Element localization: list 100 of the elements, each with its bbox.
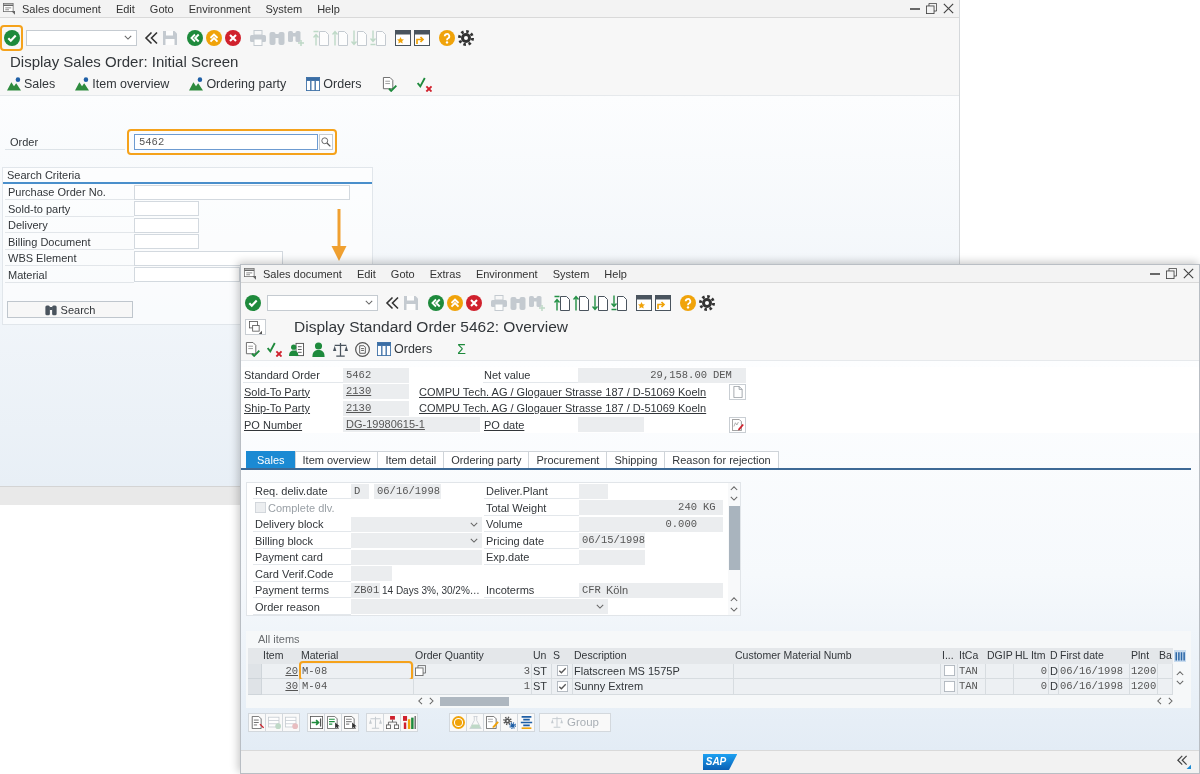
command-field[interactable] [26, 29, 137, 46]
value-help-button[interactable] [319, 134, 333, 150]
person-card-icon[interactable] [289, 341, 304, 357]
scrollbar-thumb[interactable] [728, 505, 740, 570]
column-header[interactable]: HL Itm [1014, 648, 1049, 664]
menu-item[interactable]: Goto [390, 267, 415, 280]
display-field[interactable]: 2130 [343, 400, 409, 416]
chevron-left-icon[interactable] [418, 697, 423, 705]
chevron-up-icon[interactable] [730, 486, 738, 491]
menu-item[interactable]: Help [317, 2, 340, 15]
chevron-right-icon[interactable] [1168, 697, 1173, 705]
menu-item[interactable]: Environment [188, 2, 251, 15]
toolbar-button[interactable]: Item overview [75, 77, 170, 91]
restore-icon[interactable] [926, 3, 937, 14]
label-link[interactable]: Sold-To Party [243, 383, 311, 400]
menu-item[interactable]: Sales document [263, 267, 342, 280]
menu-item[interactable]: System [552, 267, 590, 280]
select-all-cell[interactable] [248, 648, 262, 664]
column-header[interactable]: Plnt [1130, 648, 1158, 664]
tab[interactable]: Reason for rejection [664, 451, 779, 468]
page-top-arrow-icon[interactable] [554, 294, 570, 311]
checkbox[interactable] [556, 680, 568, 692]
page-down-arrow-icon[interactable] [592, 294, 608, 311]
label-link[interactable]: PO date [483, 416, 525, 433]
menu-icon[interactable] [244, 267, 256, 280]
display-field[interactable]: 2130 [343, 384, 409, 400]
check-cross-icon[interactable] [416, 76, 432, 92]
menu-item[interactable]: Extras [429, 267, 461, 280]
tab[interactable]: Item overview [294, 451, 379, 468]
checkbox[interactable] [556, 665, 568, 677]
label-link[interactable]: PO Number [243, 416, 303, 433]
menu-item[interactable]: Goto [149, 2, 174, 15]
toolbar-button[interactable]: Orders [306, 77, 362, 91]
toolbar-button[interactable]: Sales [7, 77, 56, 91]
chevron-right-icon[interactable] [428, 697, 434, 705]
minimize-icon[interactable] [910, 7, 920, 10]
input-field[interactable] [134, 184, 350, 200]
column-header[interactable]: First date [1059, 648, 1130, 664]
input-field[interactable] [134, 217, 199, 233]
minimize-icon[interactable] [1150, 272, 1160, 275]
column-header[interactable]: ItCa [958, 648, 986, 664]
x-circle-icon[interactable] [466, 294, 482, 311]
menu-item[interactable]: Sales document [22, 2, 101, 15]
double-chevron-left-icon[interactable] [143, 29, 159, 46]
tab[interactable]: Ordering party [443, 451, 530, 468]
page-up-arrow-icon[interactable] [573, 294, 589, 311]
menu-item[interactable]: Edit [356, 267, 376, 280]
tab[interactable]: Sales [246, 451, 296, 468]
document-button[interactable] [729, 416, 746, 433]
input-field[interactable] [134, 267, 240, 283]
stacked-squares-icon[interactable] [415, 665, 426, 677]
settings-icon[interactable] [458, 29, 474, 46]
column-header[interactable]: I... [941, 648, 958, 664]
x-circle-icon[interactable] [225, 29, 241, 46]
double-chevron-left-icon[interactable] [1177, 755, 1191, 769]
command-field[interactable] [267, 294, 378, 311]
tab[interactable]: Procurement [528, 451, 608, 468]
chevron-up-icon[interactable] [1176, 671, 1184, 676]
label-link[interactable]: Ship-To Party [243, 400, 311, 417]
person-icon[interactable] [311, 341, 326, 357]
chevron-down-icon[interactable] [1176, 679, 1184, 685]
checkbox[interactable] [943, 665, 955, 677]
input-field[interactable]: 5462 [134, 134, 318, 150]
checkbox[interactable] [943, 680, 955, 692]
address-link[interactable]: COMPU Tech. AG / Glogauer Strasse 187 / D-51069 Koeln [418, 385, 707, 398]
scrollbar-thumb[interactable] [439, 696, 509, 706]
toolbar-button[interactable]: Ordering party [189, 77, 287, 91]
restore-icon[interactable] [1166, 268, 1177, 279]
check-circle-icon[interactable] [4, 29, 20, 46]
chevron-down-icon[interactable] [730, 607, 738, 612]
address-link[interactable]: COMPU Tech. AG / Glogauer Strasse 187 / D-51069 Koeln [418, 402, 707, 415]
close-icon[interactable] [943, 3, 954, 14]
tab[interactable]: Shipping [606, 451, 666, 468]
page-bottom-arrow-icon[interactable] [611, 294, 627, 311]
layout-toggle-button[interactable] [245, 319, 266, 335]
search-button[interactable]: Search [7, 301, 133, 318]
menu-icon[interactable] [3, 2, 15, 15]
column-header[interactable]: Un [532, 648, 552, 664]
table-cell[interactable]: 30 [262, 679, 300, 695]
column-header[interactable]: Description [573, 648, 734, 664]
double-chevron-left-circle-icon[interactable] [428, 294, 444, 311]
input-field[interactable] [134, 250, 283, 266]
column-header[interactable]: Customer Material Numb [734, 648, 941, 664]
input-field[interactable] [134, 234, 199, 250]
close-icon[interactable] [1183, 268, 1194, 279]
grid-icon[interactable] [1174, 650, 1186, 662]
menu-item[interactable]: Edit [115, 2, 135, 15]
document-check-icon[interactable] [245, 341, 260, 357]
menu-item[interactable]: System [265, 2, 303, 15]
double-chevron-left-circle-icon[interactable] [187, 29, 203, 46]
toolbar-button[interactable]: Orders [377, 342, 433, 356]
menu-item[interactable]: Help [604, 267, 627, 280]
double-chevron-left-icon[interactable] [384, 294, 400, 311]
check-circle-icon[interactable] [245, 294, 261, 311]
column-header[interactable]: D [1049, 648, 1059, 664]
chevron-down-icon[interactable] [730, 495, 738, 501]
chevron-left-icon[interactable] [1157, 697, 1163, 705]
scales-icon[interactable] [333, 341, 348, 357]
input-field[interactable] [134, 201, 199, 217]
column-header[interactable]: Order Quantity [414, 648, 532, 664]
